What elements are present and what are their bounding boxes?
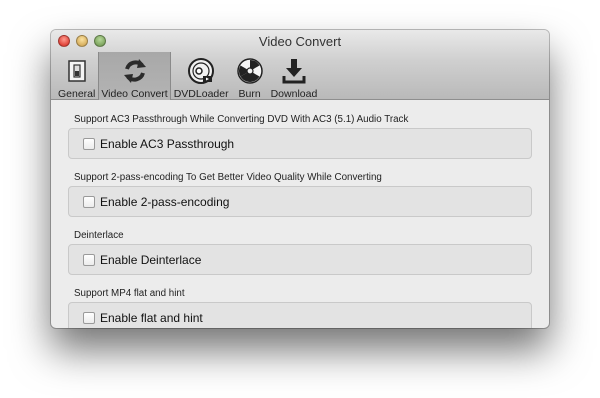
mp4-section-title: Support MP4 flat and hint [74,288,185,299]
deinterlace-option-box: Enable Deinterlace [68,244,532,275]
switch-icon [62,56,92,86]
deinterlace-checkbox[interactable] [83,253,95,266]
ac3-passthrough-label[interactable]: Enable AC3 Passthrough [100,137,234,151]
tab-burn[interactable]: Burn [232,52,268,100]
two-pass-encoding-checkbox[interactable] [83,195,95,208]
deinterlace-section-title: Deinterlace [74,230,124,241]
download-icon [279,56,309,86]
two-pass-section-title: Support 2-pass-encoding To Get Better Vi… [74,172,382,183]
flat-and-hint-label[interactable]: Enable flat and hint [100,311,203,325]
deinterlace-label[interactable]: Enable Deinterlace [100,253,201,267]
two-pass-option-box: Enable 2-pass-encoding [68,186,532,217]
title-bar: Video Convert General Video Convert DVDL… [51,30,549,100]
mp4-option-box: Enable flat and hint [68,302,532,328]
tab-dvdloader-label: DVDLoader [173,88,229,100]
tab-video-convert-label: Video Convert [101,88,168,100]
settings-panel: Support AC3 Passthrough While Converting… [51,100,549,328]
refresh-icon [120,56,150,86]
two-pass-encoding-label[interactable]: Enable 2-pass-encoding [100,195,229,209]
toolbar: General Video Convert DVDLoader Burn Dow… [55,52,320,100]
dvd-disc-icon [186,56,216,86]
burn-radiation-icon [235,56,265,86]
ac3-section-title: Support AC3 Passthrough While Converting… [74,114,409,125]
preferences-window: Video Convert General Video Convert DVDL… [51,30,549,328]
window-title: Video Convert [258,34,342,49]
tab-video-convert[interactable]: Video Convert [98,52,171,100]
tab-burn-label: Burn [238,88,261,100]
ac3-passthrough-checkbox[interactable] [83,137,95,150]
tab-download[interactable]: Download [268,52,321,100]
ac3-option-box: Enable AC3 Passthrough [68,128,532,159]
tab-general[interactable]: General [55,52,98,100]
tab-general-label: General [58,88,96,100]
flat-and-hint-checkbox[interactable] [83,311,95,324]
tab-download-label: Download [270,88,318,100]
tab-dvdloader[interactable]: DVDLoader [171,52,232,100]
